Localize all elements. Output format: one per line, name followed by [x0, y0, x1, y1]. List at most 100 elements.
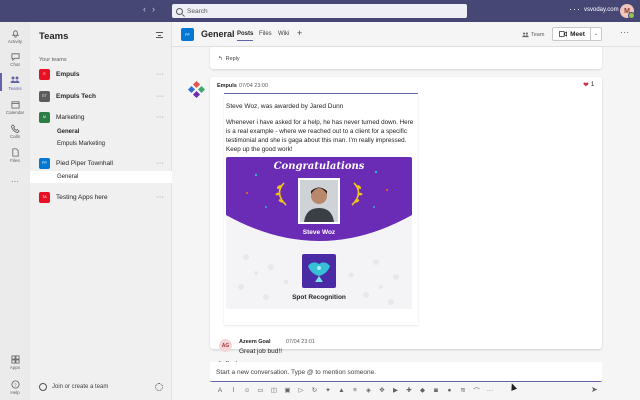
svg-text:?: ?	[14, 382, 17, 387]
tasks-icon[interactable]: ◈	[365, 386, 373, 394]
reaction-badge[interactable]: ❤ 1	[583, 81, 594, 89]
send-icon[interactable]: ➤	[591, 385, 598, 394]
recipient-name: Steve Woz	[302, 229, 336, 236]
rail-label: Activity	[7, 39, 23, 44]
reply-text: Great job bud!!	[239, 348, 282, 355]
compose-toolbar: A ⌇ ☺ ▭ ◫ ▣ ▷ ↻ ✦ ▲ ≡ ◈ ✥ ▶ ✚ ◆ ◙ ● ≋ ⌒ …	[216, 384, 610, 396]
rail-item-apps[interactable]: Apps	[0, 354, 30, 370]
team-name: Testing Apps here	[56, 193, 108, 201]
rail-label: Files	[10, 158, 20, 163]
back-arrow-icon[interactable]: ‹	[143, 4, 146, 14]
praise-icon[interactable]: ✦	[324, 386, 332, 394]
team-row-empuls[interactable]: E Empuls ···	[30, 66, 172, 82]
compose-box[interactable]: Start a new conversation. Type @ to ment…	[210, 362, 602, 382]
reply-time: 07/04 23:01	[286, 339, 316, 345]
channel-pied-piper-general[interactable]: General	[30, 171, 172, 183]
post-time: 07/04 23:00	[239, 83, 269, 89]
team-more-button[interactable]: ···	[156, 160, 165, 167]
team-info-button[interactable]: Team	[519, 29, 547, 40]
team-row-pied-piper[interactable]: PP Pied Piper Townhall ···	[30, 155, 172, 171]
team-more-button[interactable]: ···	[156, 114, 165, 121]
rail-label: Calls	[9, 134, 20, 139]
settings-more-button[interactable]: ···	[569, 4, 581, 14]
team-row-empuls-tech[interactable]: ET Empuls Tech ···	[30, 88, 172, 104]
team-more-button[interactable]: ···	[156, 194, 165, 201]
rail-label: Chat	[10, 62, 20, 67]
rail-item-calls[interactable]: Calls	[0, 123, 30, 139]
congratulations-title: Congratulations	[273, 161, 365, 172]
recipient-photo	[298, 178, 340, 224]
meet-button[interactable]: Meet	[552, 27, 592, 41]
polly-icon[interactable]: ◆	[419, 386, 427, 394]
rail-item-chat[interactable]: Chat	[0, 51, 30, 67]
channel-more-button[interactable]: ···	[620, 28, 630, 37]
channel-team-avatar: PP	[181, 28, 194, 41]
rail-item-files[interactable]: Files	[0, 147, 30, 163]
emoji-icon[interactable]: ☺	[243, 386, 251, 394]
add-tab-button[interactable]: +	[297, 28, 302, 38]
award-name: Spot Recognition	[292, 294, 346, 301]
search-icon	[176, 7, 183, 15]
history-nav: ‹ ›	[143, 4, 155, 14]
wings-icon	[308, 262, 330, 282]
wiki-icon[interactable]: ≋	[459, 386, 467, 394]
team-name: Pied Piper Townhall	[56, 159, 113, 167]
sticker-icon[interactable]: ◫	[270, 386, 278, 394]
channel-marketing-general[interactable]: General	[30, 126, 172, 138]
rail-item-activity[interactable]: Activity	[0, 28, 30, 44]
user-avatar[interactable]: M	[620, 4, 635, 19]
team-avatar: E	[39, 68, 50, 80]
rail-item-calendar[interactable]: Calendar	[0, 99, 30, 115]
more-options-icon[interactable]: ···	[486, 386, 494, 394]
empuls-app-icon[interactable]: ✥	[378, 386, 386, 394]
chevron-down-icon[interactable]: ⌄	[590, 27, 602, 41]
team-more-button[interactable]: ···	[156, 71, 165, 78]
more-apps-icon[interactable]: ⌒	[473, 386, 481, 395]
forward-arrow-icon[interactable]: ›	[152, 4, 155, 14]
heart-icon: ❤	[583, 82, 589, 89]
org-domain[interactable]: vsvoday.com	[584, 7, 619, 13]
team-row-testing-apps[interactable]: TA Testing Apps here ···	[30, 189, 172, 205]
tab-posts[interactable]: Posts	[237, 31, 254, 41]
award-badge	[302, 254, 336, 288]
join-create-team-button[interactable]: Join or create a team	[39, 383, 108, 391]
gif-icon[interactable]: ▭	[257, 386, 265, 394]
previous-post: ↰ Reply	[210, 47, 602, 69]
rail-item-help[interactable]: ? Help	[0, 379, 30, 395]
rail-item-more[interactable]: ···	[0, 177, 30, 186]
team-row-marketing[interactable]: M Marketing ···	[30, 109, 172, 125]
loop-icon[interactable]: ↻	[311, 386, 319, 394]
app-icon[interactable]: ▲	[338, 386, 346, 394]
reply-author: Azeem Goal	[239, 339, 271, 345]
channel-empuls-marketing[interactable]: Empuls Marketing	[30, 138, 172, 150]
reply-button[interactable]: ↰ Reply	[218, 56, 240, 62]
search-input[interactable]: Search	[172, 4, 467, 18]
approvals-icon[interactable]: ✚	[405, 386, 413, 394]
rail-item-teams[interactable]: Teams	[0, 73, 30, 91]
tab-files[interactable]: Files	[259, 31, 272, 37]
stocks-icon[interactable]: ◙	[432, 386, 440, 394]
teams-icon	[10, 75, 20, 85]
award-heading: Steve Woz, was awarded by Jared Dunn	[226, 103, 344, 110]
teams-panel: Teams Your teams E Empuls ··· ET Empuls …	[30, 22, 172, 400]
forms-icon[interactable]: ≡	[351, 386, 359, 394]
award-card: Steve Woz, was awarded by Jared Dunn Whe…	[224, 93, 418, 325]
reaction-count: 1	[590, 82, 595, 88]
record-icon[interactable]: ●	[446, 386, 454, 394]
meet-label: Meet	[570, 30, 585, 38]
tab-wiki[interactable]: Wiki	[278, 31, 289, 37]
team-avatar: TA	[39, 191, 50, 203]
team-more-button[interactable]: ···	[156, 93, 165, 100]
stream-icon[interactable]: ▷	[297, 386, 305, 394]
channel-header: PP General Posts Files Wiki + Team Meet …	[172, 22, 640, 47]
gear-icon[interactable]	[155, 383, 163, 391]
panel-title: Teams	[39, 31, 69, 42]
filter-icon[interactable]	[156, 32, 163, 38]
youtube-icon[interactable]: ▶	[392, 386, 400, 394]
meet-now-icon[interactable]: ▣	[284, 386, 292, 394]
attach-icon[interactable]: ⌇	[230, 386, 238, 394]
post-card: Empuls 07/04 23:00 ❤ 1 Steve Woz, was aw…	[210, 77, 602, 367]
rail-label: Help	[10, 390, 20, 395]
format-icon[interactable]: A	[216, 386, 224, 394]
rail-label: Apps	[9, 365, 21, 370]
